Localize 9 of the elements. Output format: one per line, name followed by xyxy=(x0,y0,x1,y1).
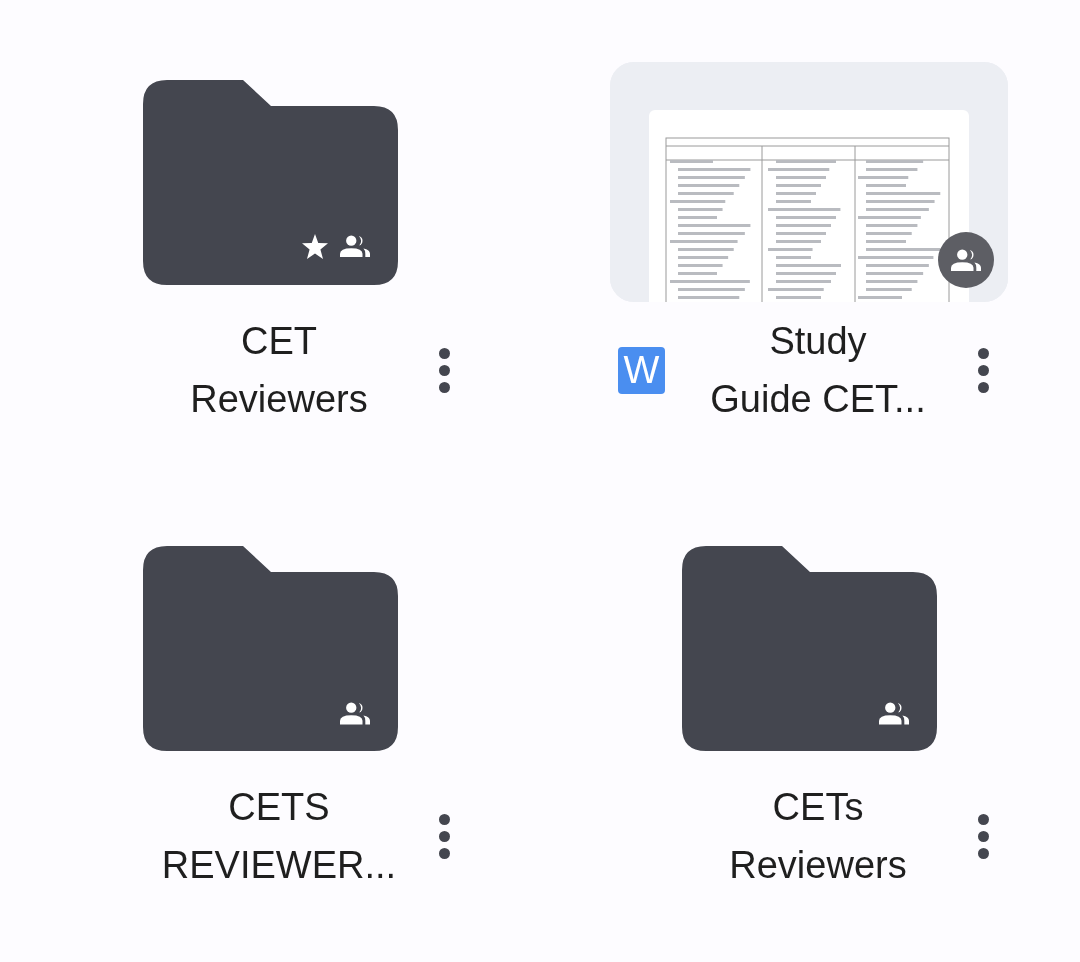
item-name[interactable]: CETS REVIEWER... xyxy=(129,778,429,894)
people-icon xyxy=(951,248,981,272)
item-name[interactable]: CETs Reviewers xyxy=(668,778,968,894)
folder-icon xyxy=(681,545,937,751)
item-name[interactable]: CET Reviewers xyxy=(129,312,429,428)
word-file-icon: W xyxy=(618,346,665,394)
item-name[interactable]: Study Guide CET... xyxy=(668,312,968,428)
folder-icon xyxy=(142,545,398,751)
folder-icon xyxy=(142,79,398,285)
